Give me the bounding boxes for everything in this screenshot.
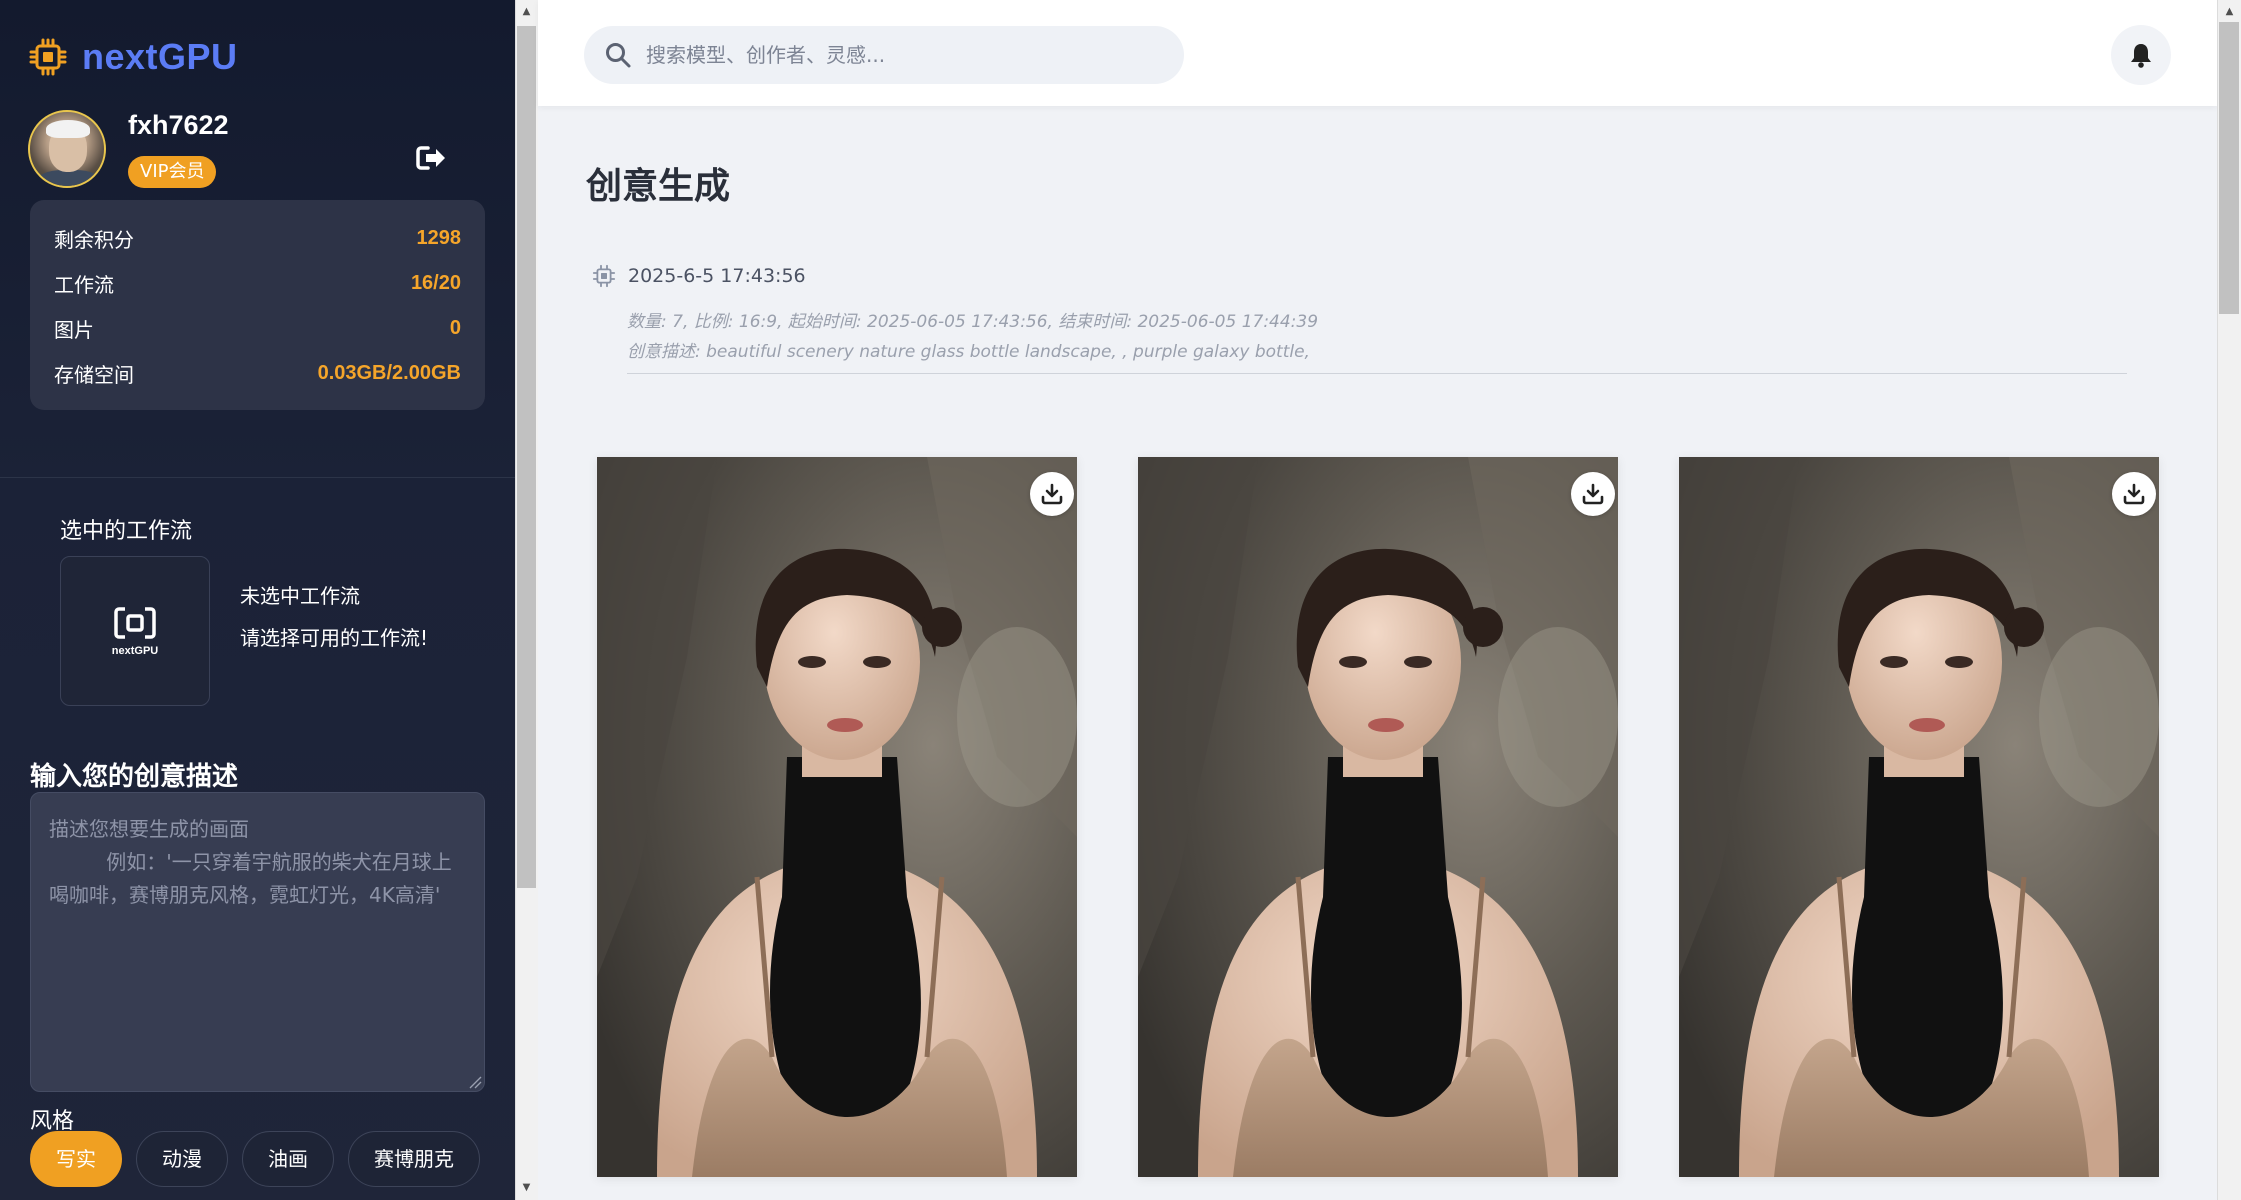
task-divider: [627, 373, 2127, 374]
download-button[interactable]: [1030, 472, 1074, 516]
portrait-image: [1679, 457, 2159, 1177]
stat-row-workflows: 工作流 16/20: [54, 261, 461, 306]
prompt-title: 输入您的创意描述: [30, 762, 239, 792]
style-option-oil[interactable]: 油画: [242, 1131, 334, 1187]
sidebar-divider: [0, 477, 515, 478]
scroll-up-arrow-icon[interactable]: ▲: [2218, 2, 2241, 22]
stat-label: 图片: [54, 318, 94, 342]
search-icon: [606, 43, 631, 68]
chip-icon: [592, 264, 616, 288]
scroll-up-arrow-icon[interactable]: ▲: [515, 2, 538, 22]
stat-value: 1298: [416, 227, 462, 249]
notification-button[interactable]: [2111, 25, 2171, 85]
user-panel: fxh7622 VIP会员: [28, 110, 488, 190]
download-icon: [1041, 483, 1063, 505]
scroll-down-arrow-icon[interactable]: ▼: [515, 1178, 538, 1198]
top-bar: [538, 0, 2217, 106]
download-button[interactable]: [1571, 472, 1615, 516]
sidebar: nextGPU fxh7622 VIP会员 剩余积分 1298 工作流 16/2…: [0, 0, 515, 1200]
logout-icon[interactable]: [412, 140, 452, 176]
task-header: 2025-6-5 17:43:56: [592, 264, 806, 288]
stat-value: 16/20: [410, 272, 461, 294]
workflow-none-text: 未选中工作流: [240, 584, 360, 608]
style-option-cyberpunk[interactable]: 赛博朋克: [348, 1131, 480, 1187]
workflow-hint-text: 请选择可用的工作流!: [240, 626, 429, 650]
stat-row-points: 剩余积分 1298: [54, 216, 461, 261]
chip-icon: [29, 38, 67, 76]
page-title: 创意生成: [586, 166, 731, 207]
workflow-thumbnail[interactable]: nextGPU: [60, 556, 210, 706]
stat-value: 0.03GB/2.00GB: [317, 362, 461, 384]
style-option-realistic[interactable]: 写实: [30, 1131, 122, 1187]
download-button[interactable]: [2112, 472, 2156, 516]
workflow-heading: 选中的工作流: [60, 519, 193, 544]
avatar[interactable]: [28, 110, 106, 188]
stat-label: 剩余积分: [54, 228, 134, 252]
generated-image-card[interactable]: [1138, 457, 1618, 1177]
style-options: 写实 动漫 油画 赛博朋克: [30, 1131, 480, 1187]
stat-label: 工作流: [54, 273, 114, 297]
resize-grip-icon[interactable]: [468, 1075, 482, 1089]
stat-label: 存储空间: [54, 363, 134, 387]
brand[interactable]: nextGPU: [28, 36, 238, 78]
search-bar[interactable]: [584, 26, 1184, 84]
brand-name: nextGPU: [82, 36, 238, 77]
nextgpu-logo-icon: [114, 607, 156, 639]
portrait-image: [1138, 457, 1618, 1177]
bell-icon: [2131, 44, 2151, 68]
stat-row-images: 图片 0: [54, 306, 461, 351]
generated-image-card[interactable]: [1679, 457, 2159, 1177]
portrait-image: [597, 457, 1077, 1177]
stat-row-storage: 存储空间 0.03GB/2.00GB: [54, 351, 461, 396]
download-icon: [1582, 483, 1604, 505]
username: fxh7622: [128, 110, 229, 140]
sidebar-scrollbar-thumb[interactable]: [517, 26, 536, 888]
task-time: 2025-6-5 17:43:56: [628, 265, 806, 287]
style-option-anime[interactable]: 动漫: [136, 1131, 228, 1187]
prompt-textarea[interactable]: [30, 792, 485, 1092]
search-input[interactable]: [646, 43, 1166, 67]
download-icon: [2123, 483, 2145, 505]
main-scrollbar-thumb[interactable]: [2219, 22, 2239, 314]
workflow-logo-text: nextGPU: [111, 645, 159, 657]
task-description: 创意描述: beautiful scenery nature glass bot…: [627, 342, 1310, 362]
vip-badge: VIP会员: [128, 156, 217, 188]
stats-card: 剩余积分 1298 工作流 16/20 图片 0 存储空间 0.03GB/2.0…: [30, 200, 485, 410]
task-meta: 数量: 7, 比例: 16:9, 起始时间: 2025-06-05 17:43:…: [627, 312, 1319, 332]
stat-value: 0: [449, 317, 461, 339]
generated-image-card[interactable]: [597, 457, 1077, 1177]
